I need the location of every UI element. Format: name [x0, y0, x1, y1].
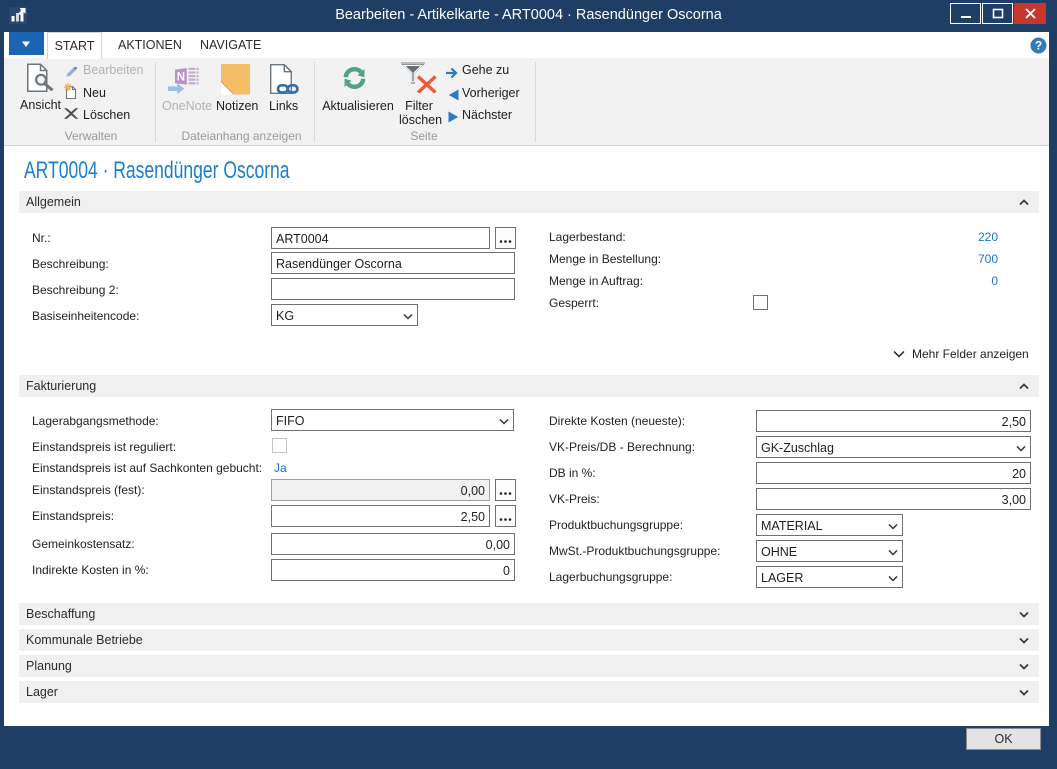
svg-text:?: ? [1035, 39, 1042, 53]
svg-text:N: N [177, 72, 185, 84]
